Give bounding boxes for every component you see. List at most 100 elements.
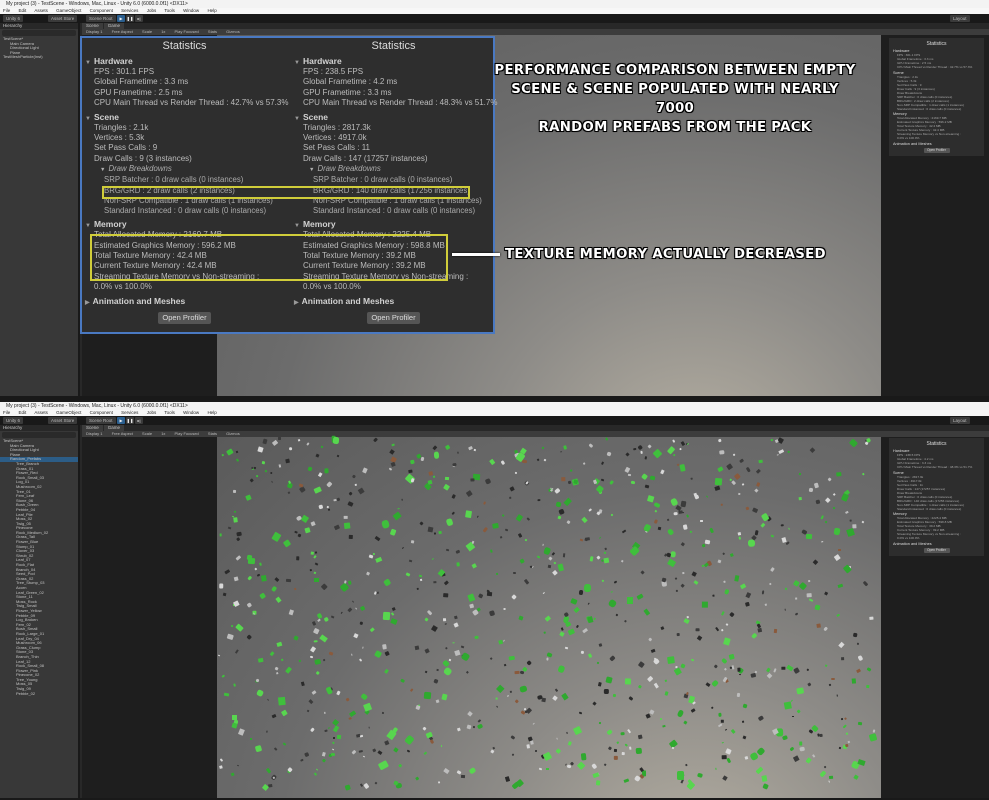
stats-hardware-heading[interactable]: ▼ Hardware <box>82 55 287 67</box>
hierarchy-tab[interactable]: Hierarchy <box>0 425 78 431</box>
prefab-instance <box>360 621 364 626</box>
menu-tools[interactable]: Tools <box>164 410 175 415</box>
display-dropdown[interactable]: Display 1 <box>86 29 102 34</box>
scene-root-dropdown[interactable]: Scene Root <box>86 417 116 424</box>
stats-anim-heading[interactable]: Animation and Meshes <box>893 142 980 146</box>
stats-hardware-heading[interactable]: ▼ Hardware <box>291 55 496 67</box>
hierarchy-search-input[interactable] <box>2 432 76 438</box>
prefab-instance <box>375 556 382 563</box>
menu-edit[interactable]: Edit <box>19 8 27 13</box>
menu-edit[interactable]: Edit <box>19 410 27 415</box>
menu-file[interactable]: File <box>3 410 10 415</box>
prefab-instance <box>260 575 267 582</box>
aspect-dropdown[interactable]: Free Aspect <box>112 29 133 34</box>
prefab-instance <box>508 497 512 500</box>
open-profiler-button[interactable]: Open Profiler <box>923 547 950 553</box>
prefab-instance <box>313 628 320 635</box>
menu-component[interactable]: Component <box>90 410 113 415</box>
menu-jobs[interactable]: Jobs <box>147 8 157 13</box>
hierarchy-item[interactable]: TestMeshParticle(Inst) <box>0 55 78 60</box>
stats-anim-heading[interactable]: Animation and Meshes <box>893 542 980 546</box>
asset-store-button[interactable]: Asset Store <box>48 417 78 424</box>
prefab-instance <box>351 600 355 603</box>
stats-anim-heading[interactable]: ▶ Animation and Meshes <box>82 295 287 307</box>
gizmos-toggle[interactable]: Gizmos <box>226 29 240 34</box>
stats-scene-heading[interactable]: ▼ Scene <box>291 111 496 123</box>
step-icon[interactable]: ▸| <box>135 15 143 22</box>
stats-draw-breakdowns[interactable]: ▼ Draw Breakdowns <box>82 164 287 175</box>
prefab-instance <box>443 580 449 586</box>
prefab-instance <box>264 469 267 472</box>
stats-draw-breakdowns[interactable]: ▼ Draw Breakdowns <box>291 164 496 175</box>
prefab-instance <box>293 587 297 591</box>
step-icon[interactable]: ▸| <box>135 417 143 424</box>
stats-toggle[interactable]: Stats <box>208 29 217 34</box>
scale-value[interactable]: 1x <box>161 29 165 34</box>
gizmos-toggle[interactable]: Gizmos <box>226 431 240 436</box>
open-profiler-button[interactable]: Open Profiler <box>158 311 211 324</box>
prefab-instance <box>261 461 266 465</box>
prefab-instance <box>234 510 237 514</box>
menu-help[interactable]: Help <box>207 8 216 13</box>
pause-icon[interactable]: ❚❚ <box>126 417 134 424</box>
prefab-instance <box>776 453 779 456</box>
prefab-instance <box>714 478 723 486</box>
prefab-instance <box>717 466 725 473</box>
prefab-instance <box>315 551 318 554</box>
stats-anim-heading[interactable]: ▶ Animation and Meshes <box>291 295 496 307</box>
menu-file[interactable]: File <box>3 8 10 13</box>
stats-memory-heading[interactable]: ▼ Memory <box>82 218 287 230</box>
menu-component[interactable]: Component <box>90 8 113 13</box>
prefab-instance <box>409 459 415 465</box>
play-icon[interactable]: ▶ <box>117 15 125 22</box>
menu-gameobject[interactable]: GameObject <box>56 8 81 13</box>
menu-services[interactable]: Services <box>121 8 138 13</box>
menu-gameobject[interactable]: GameObject <box>56 410 81 415</box>
prefab-instance <box>274 666 279 671</box>
hierarchy-tab[interactable]: Hierarchy <box>0 23 78 29</box>
prefab-instance <box>551 551 555 556</box>
prefab-instance <box>827 780 830 783</box>
prefab-instance <box>255 475 258 478</box>
account-button[interactable]: Unity 6 <box>3 15 24 22</box>
prefab-instance <box>653 682 659 688</box>
prefab-instance <box>275 671 279 675</box>
open-profiler-button[interactable]: Open Profiler <box>367 311 420 324</box>
play-icon[interactable]: ▶ <box>117 417 125 424</box>
prefab-instance <box>219 583 223 589</box>
play-focused-dropdown[interactable]: Play Focused <box>175 29 199 34</box>
hierarchy-item[interactable]: Pebble_02 <box>0 692 78 697</box>
stats-memory-heading[interactable]: ▼ Memory <box>291 218 496 230</box>
prefab-instance <box>358 487 365 495</box>
play-focused-dropdown[interactable]: Play Focused <box>175 431 199 436</box>
menu-help[interactable]: Help <box>207 410 216 415</box>
prefab-instance <box>546 657 549 661</box>
aspect-dropdown[interactable]: Free Aspect <box>112 431 133 436</box>
hierarchy-search-input[interactable] <box>2 30 76 36</box>
prefab-instance <box>640 570 645 575</box>
menu-jobs[interactable]: Jobs <box>147 410 157 415</box>
scene-root-dropdown[interactable]: Scene Root <box>86 15 116 22</box>
scale-value[interactable]: 1x <box>161 431 165 436</box>
layout-dropdown[interactable]: Layout <box>950 417 970 424</box>
asset-store-button[interactable]: Asset Store <box>48 15 78 22</box>
menu-assets[interactable]: Assets <box>34 410 48 415</box>
menu-tools[interactable]: Tools <box>164 8 175 13</box>
pause-icon[interactable]: ❚❚ <box>126 15 134 22</box>
game-viewport-populated[interactable] <box>217 435 881 798</box>
prefab-instance <box>374 781 377 785</box>
layout-dropdown[interactable]: Layout <box>950 15 970 22</box>
account-button[interactable]: Unity 6 <box>3 417 24 424</box>
display-dropdown[interactable]: Display 1 <box>86 431 102 436</box>
prefab-instance <box>738 674 741 676</box>
prefab-instance <box>444 476 450 481</box>
menu-services[interactable]: Services <box>121 410 138 415</box>
menu-assets[interactable]: Assets <box>34 8 48 13</box>
stats-toggle[interactable]: Stats <box>208 431 217 436</box>
prefab-instance <box>546 767 549 771</box>
stats-scene-heading[interactable]: ▼ Scene <box>82 111 287 123</box>
open-profiler-button[interactable]: Open Profiler <box>923 147 950 153</box>
menu-window[interactable]: Window <box>183 410 199 415</box>
prefab-instance <box>471 563 477 570</box>
menu-window[interactable]: Window <box>183 8 199 13</box>
